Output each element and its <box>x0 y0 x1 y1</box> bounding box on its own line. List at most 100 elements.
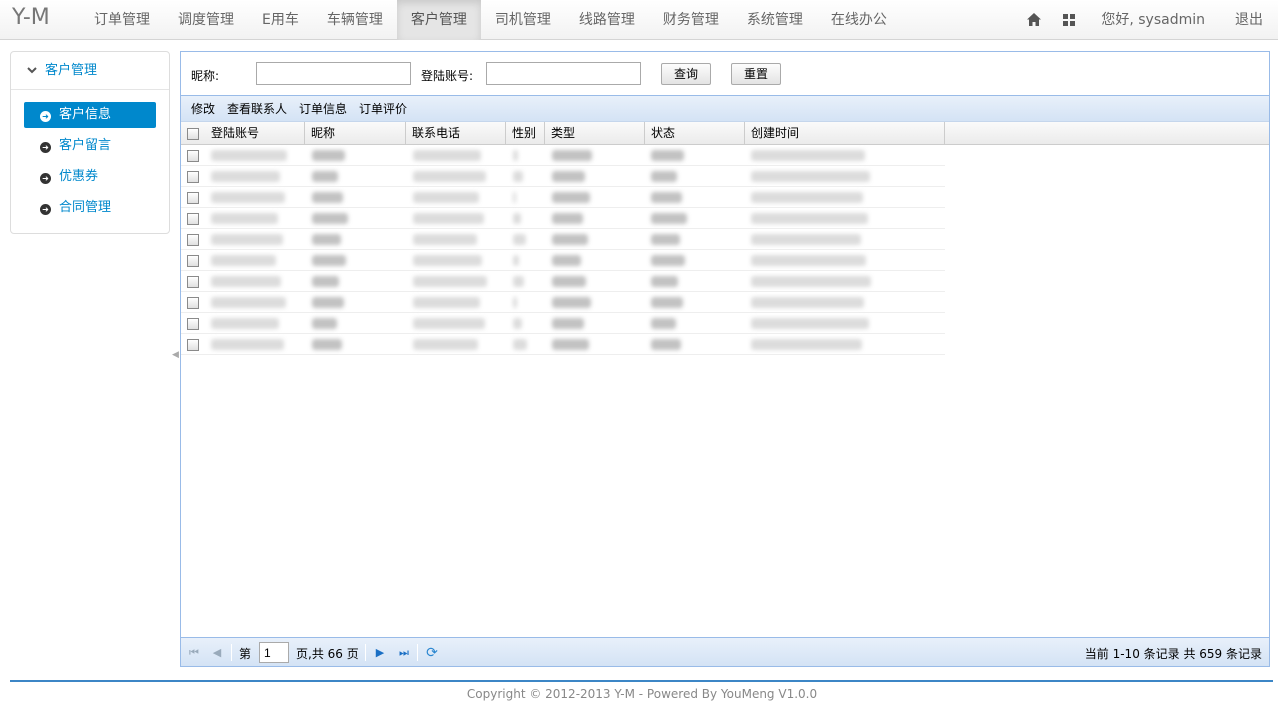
logout-link[interactable]: 退出 <box>1220 0 1278 40</box>
nav-item-finance[interactable]: 财务管理 <box>649 0 733 40</box>
redacted-value <box>751 171 871 182</box>
col-phone[interactable]: 联系电话 <box>406 122 506 145</box>
nav-item-vehicles[interactable]: 车辆管理 <box>313 0 397 40</box>
col-type[interactable]: 类型 <box>545 122 645 145</box>
col-created-time[interactable]: 创建时间 <box>745 122 945 145</box>
select-all-checkbox-cell <box>181 122 205 145</box>
redacted-value <box>751 213 869 224</box>
table-row[interactable] <box>181 208 945 229</box>
table-row[interactable] <box>181 271 945 292</box>
apps-button[interactable] <box>1052 0 1086 40</box>
table-cell <box>507 313 546 334</box>
table-cell <box>407 271 507 292</box>
page-number-input[interactable] <box>259 642 289 663</box>
redacted-value <box>512 318 522 329</box>
refresh-icon[interactable]: ⟳ <box>425 646 439 660</box>
table-row[interactable] <box>181 334 945 355</box>
sidebar-item-label: 合同管理 <box>59 200 112 215</box>
prev-page-icon[interactable]: ◀ <box>210 646 224 660</box>
redacted-value <box>210 234 283 245</box>
table-cell <box>205 334 306 355</box>
nav-item-routes[interactable]: 线路管理 <box>565 0 649 40</box>
redacted-value <box>651 213 688 224</box>
table-cell <box>546 229 646 250</box>
redacted-value <box>512 150 518 161</box>
col-nickname[interactable]: 昵称 <box>305 122 406 145</box>
sidebar-list: ➜ 客户信息 ➜ 客户留言 ➜ 优惠券 ➜ 合同管理 <box>11 90 169 238</box>
last-page-icon[interactable]: ⏭ <box>397 646 411 660</box>
nav-item-customers[interactable]: 客户管理 <box>396 0 481 40</box>
table-cell <box>645 313 745 334</box>
order-review-button[interactable]: 订单评价 <box>353 100 413 117</box>
row-checkbox[interactable] <box>187 234 199 246</box>
pager-separator <box>417 644 418 661</box>
row-checkbox[interactable] <box>187 150 199 162</box>
nav-item-office[interactable]: 在线办公 <box>817 0 901 40</box>
sidebar-item-customer-info[interactable]: ➜ 客户信息 <box>24 102 156 128</box>
nav-item-system[interactable]: 系统管理 <box>733 0 817 40</box>
col-gender[interactable]: 性别 <box>506 122 545 145</box>
order-info-button[interactable]: 订单信息 <box>293 100 353 117</box>
reset-button[interactable]: 重置 <box>731 63 781 85</box>
redacted-value <box>311 192 343 203</box>
redacted-value <box>210 255 276 266</box>
nav-item-e-car[interactable]: E用车 <box>248 0 313 40</box>
table-cell <box>745 187 945 208</box>
table-row[interactable] <box>181 187 945 208</box>
row-checkbox[interactable] <box>187 192 199 204</box>
query-button[interactable]: 查询 <box>661 63 711 85</box>
col-account[interactable]: 登陆账号 <box>205 122 305 145</box>
account-input[interactable] <box>486 62 641 85</box>
table-row[interactable] <box>181 313 945 334</box>
next-page-icon[interactable]: ▶ <box>373 646 387 660</box>
table-cell <box>507 334 546 355</box>
first-page-icon[interactable]: ⏮ <box>187 646 201 660</box>
row-checkbox[interactable] <box>187 318 199 330</box>
table-row[interactable] <box>181 292 945 313</box>
view-contacts-button[interactable]: 查看联系人 <box>221 100 293 117</box>
row-checkbox[interactable] <box>187 339 199 351</box>
redacted-value <box>651 276 679 287</box>
table-row[interactable] <box>181 229 945 250</box>
sidebar-item-coupons[interactable]: ➜ 优惠券 <box>24 164 156 190</box>
redacted-value <box>210 171 280 182</box>
sidebar-header[interactable]: 客户管理 <box>11 52 169 90</box>
select-all-checkbox[interactable] <box>187 128 199 140</box>
edit-button[interactable]: 修改 <box>185 100 221 117</box>
redacted-value <box>311 339 342 350</box>
row-checkbox[interactable] <box>187 255 199 267</box>
table-cell <box>306 166 407 187</box>
table-cell <box>645 187 745 208</box>
nickname-input[interactable] <box>256 62 411 85</box>
table-cell <box>546 208 646 229</box>
table-cell <box>306 313 407 334</box>
user-greeting[interactable]: 您好, sysadmin <box>1086 0 1220 40</box>
home-icon <box>1027 13 1042 26</box>
row-checkbox[interactable] <box>187 213 199 225</box>
table-cell <box>205 187 306 208</box>
redacted-value <box>551 213 583 224</box>
redacted-value <box>412 318 485 329</box>
nav-item-dispatch[interactable]: 调度管理 <box>164 0 248 40</box>
home-button[interactable] <box>1016 0 1052 40</box>
table-cell <box>546 271 646 292</box>
table-row[interactable] <box>181 166 945 187</box>
search-bar: 昵称: 登陆账号: 查询 重置 <box>181 52 1269 96</box>
main-panel: 昵称: 登陆账号: 查询 重置 修改 查看联系人 订单信息 订单评价 登陆账号 … <box>180 51 1270 667</box>
sidebar-item-contracts[interactable]: ➜ 合同管理 <box>24 195 156 221</box>
row-checkbox[interactable] <box>187 276 199 288</box>
nav-item-orders[interactable]: 订单管理 <box>80 0 164 40</box>
sidebar-item-label: 优惠券 <box>59 169 99 184</box>
col-status[interactable]: 状态 <box>645 122 745 145</box>
grid-body <box>181 145 1269 355</box>
brand-logo[interactable]: Y-M <box>12 5 50 30</box>
row-checkbox-cell <box>181 208 205 229</box>
table-row[interactable] <box>181 250 945 271</box>
sidebar-item-customer-messages[interactable]: ➜ 客户留言 <box>24 133 156 159</box>
collapse-arrow-icon[interactable]: ◀ <box>172 350 179 360</box>
footer-divider <box>10 680 1273 682</box>
table-row[interactable] <box>181 145 945 166</box>
nav-item-drivers[interactable]: 司机管理 <box>481 0 565 40</box>
row-checkbox[interactable] <box>187 297 199 309</box>
row-checkbox[interactable] <box>187 171 199 183</box>
